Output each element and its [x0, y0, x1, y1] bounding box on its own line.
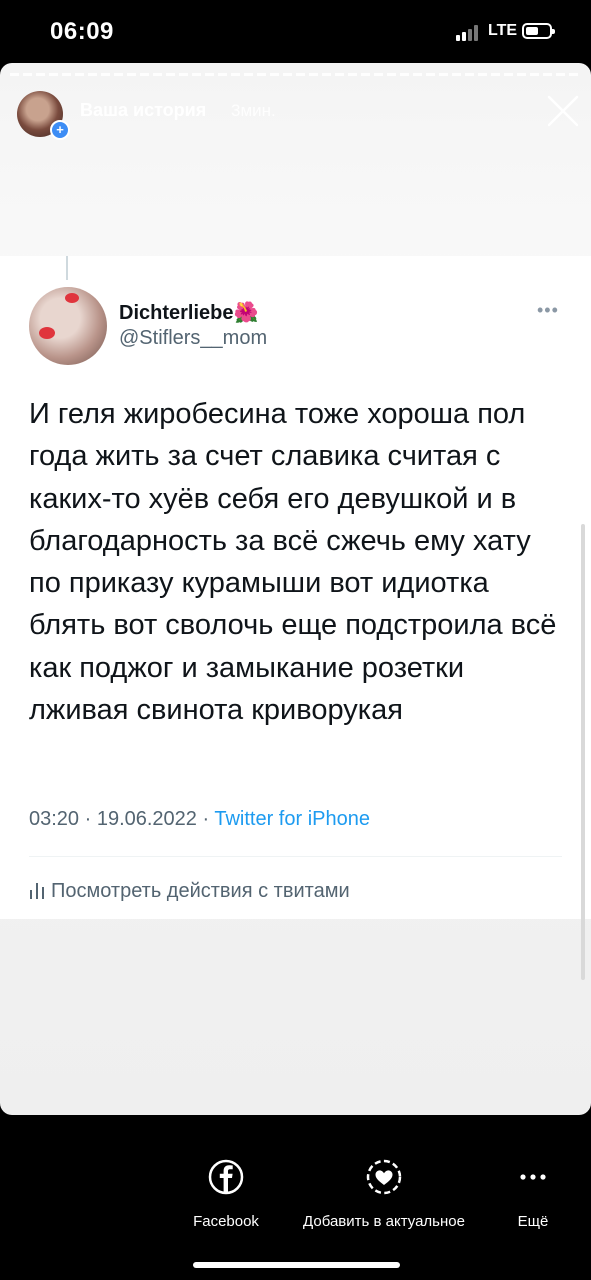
- analytics-icon: [30, 883, 44, 899]
- home-indicator: [193, 1262, 400, 1268]
- facebook-label: Facebook: [193, 1213, 259, 1230]
- flower-icon: 🌺: [233, 302, 259, 324]
- more-dots-icon: •••: [537, 300, 559, 320]
- thread-line: [66, 256, 68, 280]
- story-time-ago: 3мин.: [231, 101, 276, 120]
- story-owner-name[interactable]: Ваша история: [80, 100, 206, 121]
- tweet-timestamp: 03:20 · 19.06.2022 ·: [29, 808, 215, 830]
- tweet-display-name: Dichterliebe🌺: [119, 300, 258, 325]
- facebook-icon: [208, 1159, 244, 1195]
- analytics-label: Посмотреть действия с твитами: [51, 880, 350, 902]
- tweet-analytics: Посмотреть действия с твитами: [29, 880, 350, 903]
- highlight-label: Добавить в актуальное: [303, 1213, 465, 1230]
- more-icon: [520, 1174, 546, 1180]
- battery-icon: [522, 23, 555, 39]
- status-bar: 06:09 LTE: [0, 0, 591, 62]
- more-label: Ещё: [517, 1213, 549, 1230]
- add-highlight-button[interactable]: Добавить в актуальное: [288, 1157, 480, 1230]
- add-story-icon[interactable]: +: [50, 120, 70, 140]
- tweet-avatar: [29, 287, 107, 365]
- tweet-handle: @Stiflers__mom: [119, 327, 268, 349]
- tweet-meta: 03:20 · 19.06.2022 · Twitter for iPhone: [29, 808, 370, 831]
- status-time: 06:09: [50, 18, 114, 45]
- tweet-name-text: Dichterliebe: [119, 302, 234, 324]
- scrollbar: [581, 524, 585, 980]
- signal-icon: [456, 25, 482, 41]
- facebook-button[interactable]: Facebook: [176, 1157, 276, 1230]
- tweet-text: И геля жиробесина тоже хороша пол года ж…: [29, 398, 557, 727]
- story-progress-bar: [10, 73, 580, 76]
- divider: [29, 856, 562, 857]
- tweet-card[interactable]: Dichterliebe🌺 @Stiflers__mom ••• И геля …: [0, 256, 591, 919]
- tweet-source: Twitter for iPhone: [214, 808, 370, 830]
- more-button[interactable]: Ещё: [503, 1157, 563, 1230]
- network-label: LTE: [488, 22, 518, 39]
- close-icon[interactable]: [546, 94, 580, 128]
- highlight-heart-icon: [366, 1159, 402, 1195]
- story-card: + Ваша история 3мин. Dichterliebe🌺 @Stif…: [0, 63, 591, 1115]
